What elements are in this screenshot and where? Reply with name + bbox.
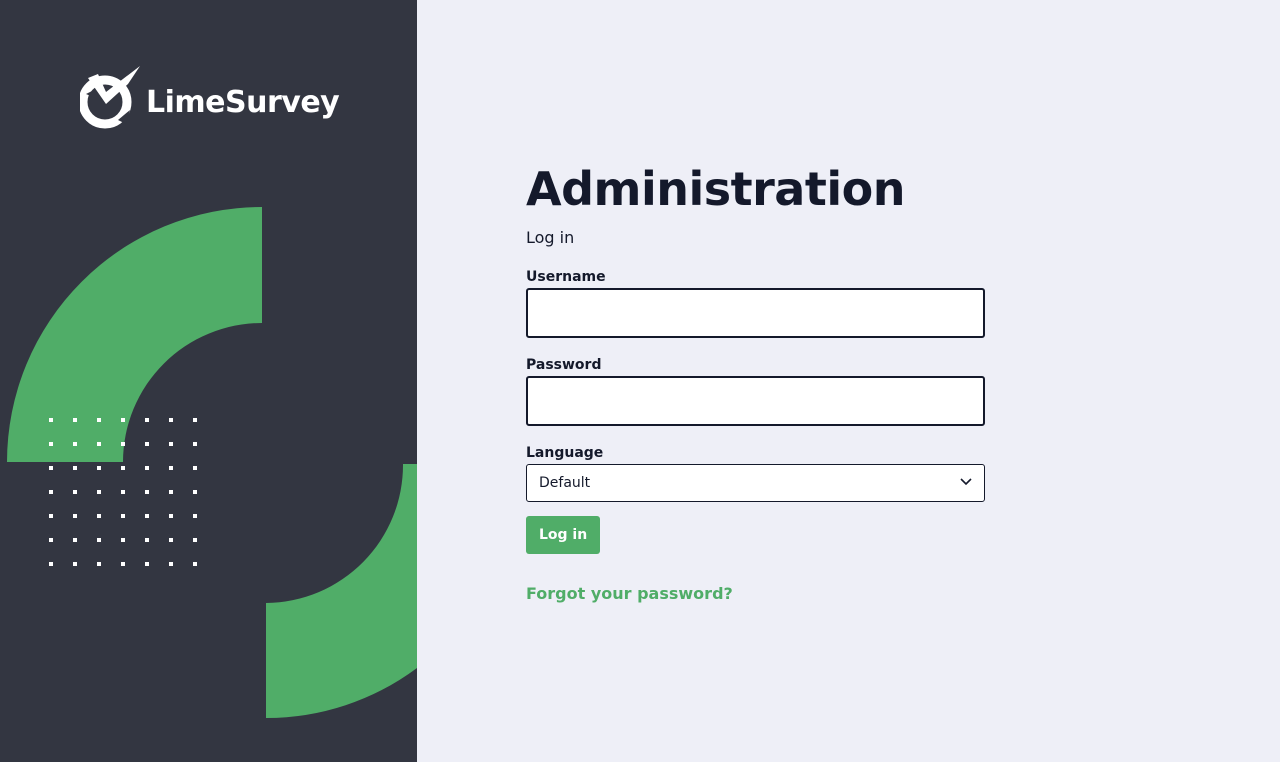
decor-dot bbox=[97, 490, 101, 494]
decor-dot bbox=[97, 562, 101, 566]
decor-dot bbox=[169, 538, 173, 542]
limesurvey-logo-icon bbox=[80, 66, 140, 129]
language-select[interactable]: Default bbox=[526, 464, 985, 502]
decor-dot bbox=[49, 490, 53, 494]
decor-dot bbox=[145, 490, 149, 494]
decor-dot bbox=[49, 538, 53, 542]
decor-dot bbox=[73, 490, 77, 494]
username-input[interactable] bbox=[526, 288, 985, 338]
decor-dot bbox=[169, 442, 173, 446]
decor-dot bbox=[169, 418, 173, 422]
decor-dot bbox=[121, 538, 125, 542]
decor-dot bbox=[121, 466, 125, 470]
decor-dot bbox=[145, 442, 149, 446]
decor-dot bbox=[97, 538, 101, 542]
decor-dot bbox=[169, 514, 173, 518]
decor-dot bbox=[121, 514, 125, 518]
decor-dot bbox=[193, 418, 197, 422]
logo: LimeSurvey bbox=[80, 64, 340, 132]
main-panel: Administration Log in Username Password … bbox=[417, 0, 1280, 762]
language-selected-value: Default bbox=[539, 475, 591, 491]
decor-dot bbox=[193, 466, 197, 470]
chevron-down-icon bbox=[960, 478, 972, 486]
password-label: Password bbox=[526, 357, 602, 373]
decor-dot bbox=[97, 466, 101, 470]
username-label: Username bbox=[526, 269, 606, 285]
brand-name: LimeSurvey bbox=[146, 84, 340, 120]
decor-dot bbox=[193, 442, 197, 446]
forgot-password-link[interactable]: Forgot your password? bbox=[526, 584, 985, 603]
decor-dot bbox=[73, 538, 77, 542]
decor-dot bbox=[121, 490, 125, 494]
decor-dot bbox=[73, 562, 77, 566]
decor-dot bbox=[49, 562, 53, 566]
decor-dot bbox=[145, 538, 149, 542]
login-button[interactable]: Log in bbox=[526, 516, 601, 554]
language-label: Language bbox=[526, 445, 604, 461]
decor-dot bbox=[49, 466, 53, 470]
decor-dot bbox=[121, 562, 125, 566]
decor-dot bbox=[73, 466, 77, 470]
decor-dot bbox=[193, 514, 197, 518]
page-subtitle: Log in bbox=[526, 228, 575, 247]
decor-dot bbox=[121, 442, 125, 446]
decor-dot bbox=[193, 562, 197, 566]
decor-dot bbox=[97, 418, 101, 422]
decor-dot bbox=[169, 490, 173, 494]
decor-dot bbox=[97, 442, 101, 446]
green-arc-top bbox=[7, 207, 262, 462]
login-form: Administration Log in Username Password … bbox=[526, 160, 985, 603]
decor-dot bbox=[169, 562, 173, 566]
decor-dot bbox=[49, 514, 53, 518]
decor-dot bbox=[145, 418, 149, 422]
green-arc-bottom bbox=[266, 464, 417, 719]
password-input[interactable] bbox=[526, 376, 985, 426]
decor-dot bbox=[73, 514, 77, 518]
decor-dot bbox=[193, 490, 197, 494]
decor-dot bbox=[145, 514, 149, 518]
left-brand-panel: LimeSurvey bbox=[0, 0, 417, 762]
decor-dot bbox=[145, 466, 149, 470]
decor-dot bbox=[49, 418, 53, 422]
decor-dot bbox=[121, 418, 125, 422]
decor-dot bbox=[169, 466, 173, 470]
decor-dot bbox=[97, 514, 101, 518]
decor-dot bbox=[193, 538, 197, 542]
decor-dot bbox=[73, 442, 77, 446]
decor-dot bbox=[145, 562, 149, 566]
decor-dot bbox=[73, 418, 77, 422]
decor-dot bbox=[49, 442, 53, 446]
page-title: Administration bbox=[526, 162, 905, 216]
